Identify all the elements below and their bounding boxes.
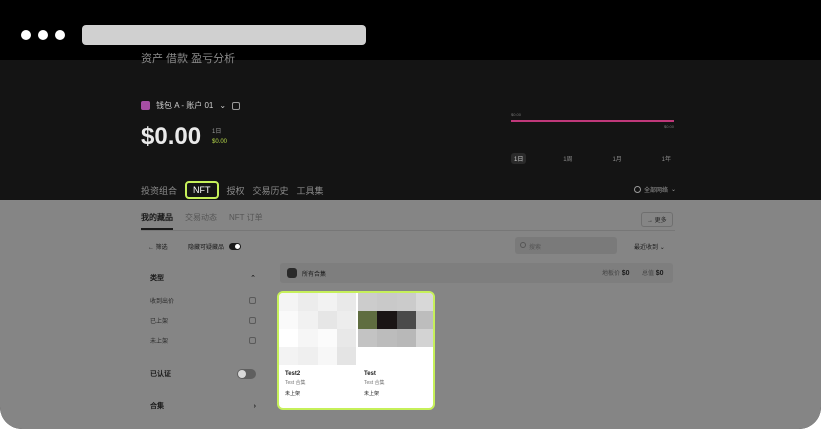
- chevron-down-icon: ⌄: [671, 187, 677, 193]
- nft-status: 未上架: [285, 391, 301, 397]
- nft-image: [358, 293, 433, 365]
- wallet-icon: [141, 101, 150, 110]
- more-label: 更多: [654, 218, 667, 224]
- tab-tools[interactable]: 工具集: [297, 184, 324, 197]
- filter-type-label: 类型: [150, 275, 164, 282]
- tab-my-collectibles[interactable]: 我的藏品: [141, 212, 173, 230]
- filter-label: 筛选: [155, 245, 168, 251]
- copy-icon[interactable]: [232, 101, 241, 110]
- more-button[interactable]: → 更多: [641, 212, 673, 227]
- filter-item-label: 已上架: [150, 318, 169, 325]
- more-arrow-icon: →: [647, 218, 653, 224]
- address-bar[interactable]: [82, 25, 366, 45]
- verified-label: 已认证: [150, 371, 171, 378]
- balance-change: 1日 $0.00: [212, 127, 227, 147]
- tab-activity[interactable]: 交易动态: [185, 212, 217, 230]
- search-input[interactable]: 搜索: [515, 237, 617, 254]
- range-1m[interactable]: 1月: [609, 153, 624, 164]
- sort-label: 最近收到: [634, 245, 659, 251]
- sub-tabs: 我的藏品 交易动态 NFT 订单: [141, 212, 263, 230]
- network-icon: [634, 186, 641, 193]
- nft-card-group[interactable]: Test2 Test 合集 未上架 Test Test 合集 未上架: [277, 291, 435, 410]
- account-name: 钱包 A - 账户 01: [156, 101, 214, 110]
- tab-nft-orders[interactable]: NFT 订单: [229, 212, 263, 230]
- tab-nft[interactable]: NFT: [185, 181, 219, 199]
- nft-status: 未上架: [364, 391, 380, 397]
- top-nav[interactable]: 资产 借款 盈亏分析: [141, 50, 235, 66]
- search-placeholder: 搜索: [529, 245, 542, 251]
- verified-toggle[interactable]: [237, 369, 256, 379]
- range-1d[interactable]: 1日: [511, 153, 527, 164]
- balance-chart: $0.00 $0.00: [511, 112, 674, 154]
- main-tabs: 投资组合 NFT 授权 交易历史 工具集: [141, 181, 324, 199]
- nft-image: [279, 293, 356, 365]
- nft-card[interactable]: Test2 Test 合集 未上架: [279, 293, 356, 408]
- floor-label: 地板价: [602, 271, 621, 277]
- floor-stat: 地板价 $0: [602, 268, 629, 277]
- collection-header[interactable]: 合集 ›: [141, 394, 265, 418]
- portfolio-header: 资产 借款 盈亏分析 钱包 A - 账户 01 ⌄ $0.00 1日 $0.00…: [0, 53, 821, 200]
- collection-label: 合集: [150, 403, 164, 410]
- nft-collection: Test 合集: [364, 380, 385, 386]
- chevron-up-icon: ⌃: [250, 275, 256, 282]
- chart-line: [511, 120, 674, 122]
- arrow-left-icon: ←: [148, 245, 154, 251]
- filter-item-offers[interactable]: 收到出价: [141, 290, 265, 310]
- change-value: $0.00: [212, 139, 228, 145]
- chart-label: $0.00: [663, 124, 674, 129]
- verified-row: 已认证: [141, 362, 265, 386]
- window-dot-icon[interactable]: [38, 30, 48, 40]
- range-selector: 1日 1周 1月 1年: [511, 153, 674, 164]
- filter-item-label: 收到出价: [150, 298, 175, 305]
- total-label: 总值: [642, 271, 655, 277]
- filter-panel: 类型 ⌃ 收到出价 已上架 未上架 已认证 合集 ›: [141, 266, 265, 418]
- nft-collection: Test 合集: [285, 380, 306, 386]
- browser-bar: [0, 0, 821, 60]
- filter-item-unlisted[interactable]: 未上架: [141, 330, 265, 350]
- chart-label: $0.00: [511, 112, 522, 117]
- change-period: 1日: [212, 129, 222, 135]
- chevron-down-icon: ⌄: [659, 245, 665, 251]
- window-dot-icon[interactable]: [55, 30, 65, 40]
- collection-summary[interactable]: 所有合集 地板价 $0 总值 $0: [280, 263, 673, 283]
- all-collections-label: 所有合集: [302, 272, 327, 278]
- total-balance: $0.00: [141, 123, 202, 150]
- sort-dropdown[interactable]: 最近收到 ⌄: [634, 242, 665, 251]
- filter-item-listed[interactable]: 已上架: [141, 310, 265, 330]
- checkbox[interactable]: [249, 316, 256, 324]
- app-window: 资产 借款 盈亏分析 钱包 A - 账户 01 ⌄ $0.00 1日 $0.00…: [0, 0, 821, 429]
- network-label: 全部网络: [644, 188, 669, 194]
- hide-suspicious-label: 隐藏可疑藏品: [188, 245, 225, 251]
- checkbox[interactable]: [249, 296, 256, 304]
- floor-value: $0: [621, 270, 630, 277]
- range-1w[interactable]: 1周: [560, 153, 575, 164]
- total-stat: 总值 $0: [642, 268, 663, 277]
- account-selector[interactable]: 钱包 A - 账户 01 ⌄: [141, 100, 241, 111]
- tab-portfolio[interactable]: 投资组合: [141, 184, 177, 197]
- nft-card[interactable]: Test Test 合集 未上架: [358, 293, 433, 408]
- hide-suspicious-toggle[interactable]: [229, 243, 242, 250]
- filter-type-header[interactable]: 类型 ⌃: [141, 266, 265, 290]
- tab-approvals[interactable]: 授权: [227, 184, 245, 197]
- chevron-right-icon: ›: [253, 402, 256, 410]
- checkbox[interactable]: [249, 336, 256, 344]
- chevron-down-icon: ⌄: [219, 101, 227, 110]
- search-icon: [520, 242, 526, 248]
- tab-history[interactable]: 交易历史: [253, 184, 289, 197]
- hide-suspicious-row: 隐藏可疑藏品: [188, 242, 242, 251]
- nft-name: Test: [364, 371, 376, 377]
- window-dot-icon[interactable]: [21, 30, 31, 40]
- nft-name: Test2: [285, 371, 301, 377]
- divider: [141, 230, 675, 231]
- network-selector[interactable]: 全部网络 ⌄: [634, 185, 676, 194]
- filter-item-label: 未上架: [150, 338, 169, 345]
- grid-icon: [287, 268, 297, 278]
- filter-toggle-button[interactable]: ← 筛选: [148, 242, 168, 251]
- nft-panel: 我的藏品 交易动态 NFT 订单 → 更多 ← 筛选 隐藏可疑藏品 类型 ⌃ 收…: [0, 200, 821, 429]
- total-value: $0: [655, 270, 664, 277]
- range-1y[interactable]: 1年: [659, 153, 674, 164]
